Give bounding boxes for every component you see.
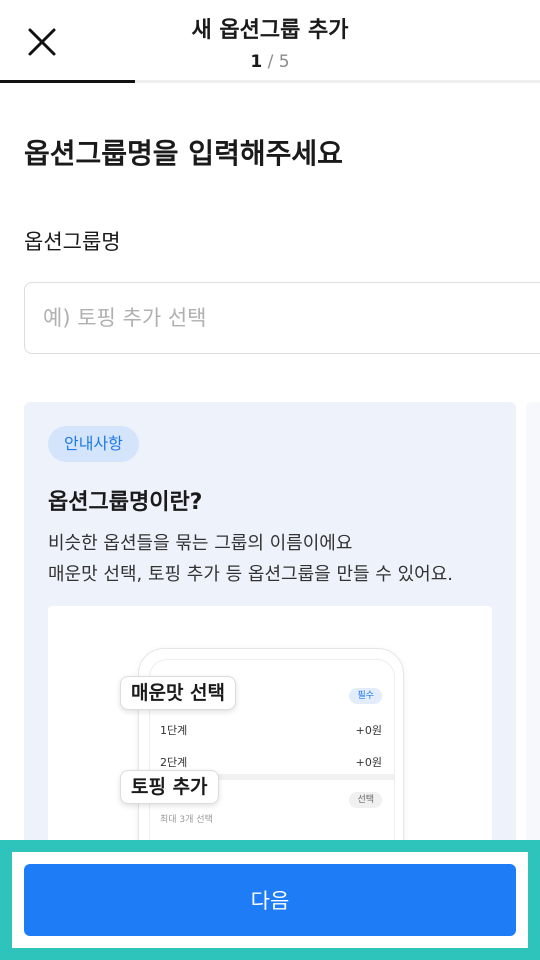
main-heading: 옵션그룹명을 입력해주세요 (24, 137, 343, 170)
callout-topping: 토핑 추가 (120, 770, 219, 804)
info-card: 안내사항 옵션그룹명이란? 비슷한 옵션들을 묶는 그룹의 이름이에요 매운맛 … (24, 402, 516, 862)
option-row-1-label: 1단계 (160, 724, 188, 737)
step-total: 5 (278, 52, 290, 72)
example-illustration: 필수 1단계 +0원 2단계 +0원 선택 최대 3개 선택 매운맛 선택 토핑… (48, 606, 492, 862)
progress-track (0, 80, 540, 83)
option-group-name-input[interactable] (25, 283, 540, 353)
option-group-name-label: 옵션그룹명 (24, 230, 121, 254)
step-indicator: 1 / 5 (0, 52, 540, 72)
next-info-card-peek (526, 402, 540, 862)
step-current: 1 (250, 52, 263, 72)
info-title: 옵션그룹명이란? (48, 490, 203, 515)
option-row-1: 1단계 +0원 (160, 722, 382, 738)
info-description-line-2: 매운맛 선택, 토핑 추가 등 옵션그룹을 만들 수 있어요. (48, 564, 453, 585)
progress-fill (0, 80, 135, 83)
info-description-line-1: 비슷한 옵션들을 묶는 그룹의 이름이에요 (48, 533, 353, 554)
option-group-name-field-container (24, 282, 540, 354)
callout-spicy: 매운맛 선택 (120, 676, 237, 710)
notice-badge: 안내사항 (48, 426, 139, 462)
required-pill: 필수 (349, 688, 382, 704)
info-description: 비슷한 옵션들을 묶는 그룹의 이름이에요 매운맛 선택, 토핑 추가 등 옵션… (48, 528, 453, 590)
option-row-2: 2단계 +0원 (160, 754, 382, 770)
step-separator: / (267, 52, 274, 72)
option-row-2-label: 2단계 (160, 756, 188, 769)
bottom-bar: 다음 (12, 852, 528, 948)
bottom-highlight-frame: 다음 (0, 840, 540, 960)
header: 새 옵션그룹 추가 1 / 5 (0, 0, 540, 83)
optional-pill: 선택 (349, 792, 382, 808)
max-select-text: 최대 3개 선택 (160, 815, 213, 825)
next-button[interactable]: 다음 (24, 864, 516, 936)
page-title: 새 옵션그룹 추가 (191, 18, 349, 43)
option-row-2-price: +0원 (355, 756, 382, 769)
option-row-1-price: +0원 (355, 724, 382, 737)
